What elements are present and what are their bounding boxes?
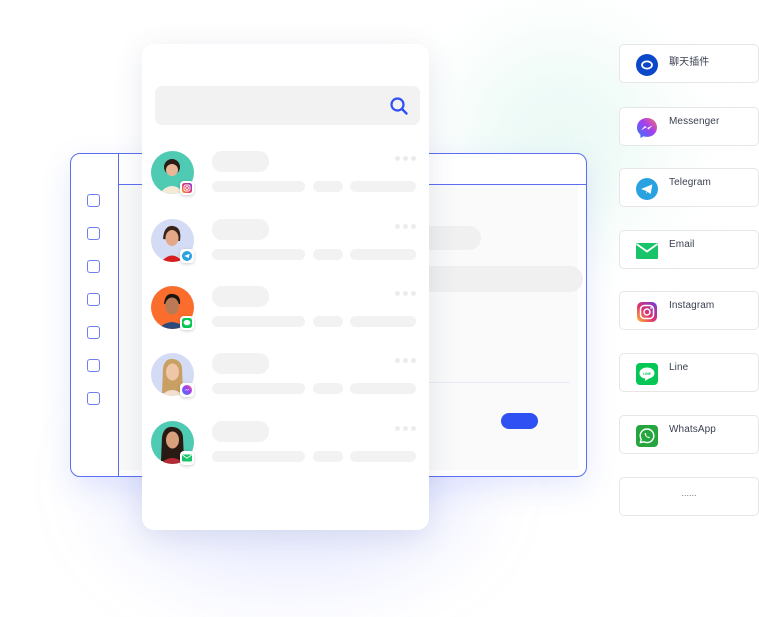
message-preview-placeholder	[212, 249, 305, 260]
message-preview-placeholder	[212, 383, 305, 394]
channel-label: Telegram	[669, 177, 711, 188]
message-preview-placeholder	[350, 181, 416, 192]
more-options-icon[interactable]	[395, 224, 416, 229]
contact-item[interactable]	[142, 421, 429, 481]
sidebar-item[interactable]	[87, 392, 100, 405]
instagram-icon	[636, 301, 658, 323]
message-preview-placeholder	[313, 451, 343, 462]
sidebar-item[interactable]	[87, 326, 100, 339]
message-preview-placeholder	[313, 249, 343, 260]
channel-label: Instagram	[669, 300, 715, 311]
message-preview-placeholder	[212, 451, 305, 462]
message-preview-placeholder	[212, 181, 305, 192]
channel-label: 聊天插件	[669, 57, 710, 68]
sidebar-item[interactable]	[87, 194, 100, 207]
email-icon	[636, 240, 658, 262]
more-options-icon[interactable]	[395, 291, 416, 296]
contact-name-placeholder	[212, 421, 269, 442]
channel-telegram[interactable]: Telegram	[619, 168, 759, 207]
line-icon	[180, 316, 194, 330]
more-options-icon[interactable]	[395, 426, 416, 431]
messenger-icon	[180, 383, 194, 397]
channel-messenger[interactable]: Messenger	[619, 107, 759, 146]
channel-whatsapp[interactable]: WhatsApp	[619, 415, 759, 454]
message-preview-placeholder	[350, 451, 416, 462]
channel-email[interactable]: Email	[619, 230, 759, 269]
contact-name-placeholder	[212, 286, 269, 307]
message-preview-placeholder	[350, 383, 416, 394]
channel-label: Line	[669, 362, 689, 373]
message-preview-placeholder	[313, 181, 343, 192]
instagram-icon	[180, 181, 194, 195]
more-options-icon[interactable]	[395, 156, 416, 161]
message-preview-placeholder	[313, 316, 343, 327]
search-input[interactable]	[155, 86, 420, 125]
contact-name-placeholder	[212, 353, 269, 374]
channel-chat-widget[interactable]: 聊天插件	[619, 44, 759, 83]
contact-name-placeholder	[212, 151, 269, 172]
more-options-icon[interactable]	[395, 358, 416, 363]
channel-label: WhatsApp	[669, 424, 716, 435]
contact-item[interactable]	[142, 353, 429, 413]
whatsapp-icon	[636, 425, 658, 447]
contact-item[interactable]	[142, 151, 429, 211]
sidebar-item[interactable]	[87, 227, 100, 240]
channel-label: Messenger	[669, 116, 720, 127]
line-icon: LINE	[636, 363, 658, 385]
contact-name-placeholder	[212, 219, 269, 240]
sidebar-item[interactable]	[87, 359, 100, 372]
message-preview-placeholder	[313, 383, 343, 394]
message-preview-placeholder	[350, 316, 416, 327]
contact-item[interactable]	[142, 286, 429, 346]
search-icon[interactable]	[389, 96, 409, 116]
channel-line[interactable]: LINE Line	[619, 353, 759, 392]
send-button[interactable]	[501, 413, 538, 429]
telegram-icon	[636, 178, 658, 200]
telegram-icon	[180, 249, 194, 263]
chat-widget-icon	[636, 54, 658, 76]
sidebar-item[interactable]	[87, 293, 100, 306]
sidebar-item[interactable]	[87, 260, 100, 273]
messenger-icon	[636, 117, 658, 139]
contact-item[interactable]	[142, 219, 429, 279]
window-sidebar	[71, 154, 119, 476]
channel-label: Email	[669, 239, 695, 250]
svg-text:LINE: LINE	[643, 372, 651, 376]
channel-more[interactable]: ......	[619, 477, 759, 516]
more-channels-label: ......	[681, 488, 697, 498]
contact-list-panel	[142, 44, 429, 530]
email-icon	[180, 451, 194, 465]
message-preview-placeholder	[350, 249, 416, 260]
channel-instagram[interactable]: Instagram	[619, 291, 759, 330]
message-preview-placeholder	[212, 316, 305, 327]
